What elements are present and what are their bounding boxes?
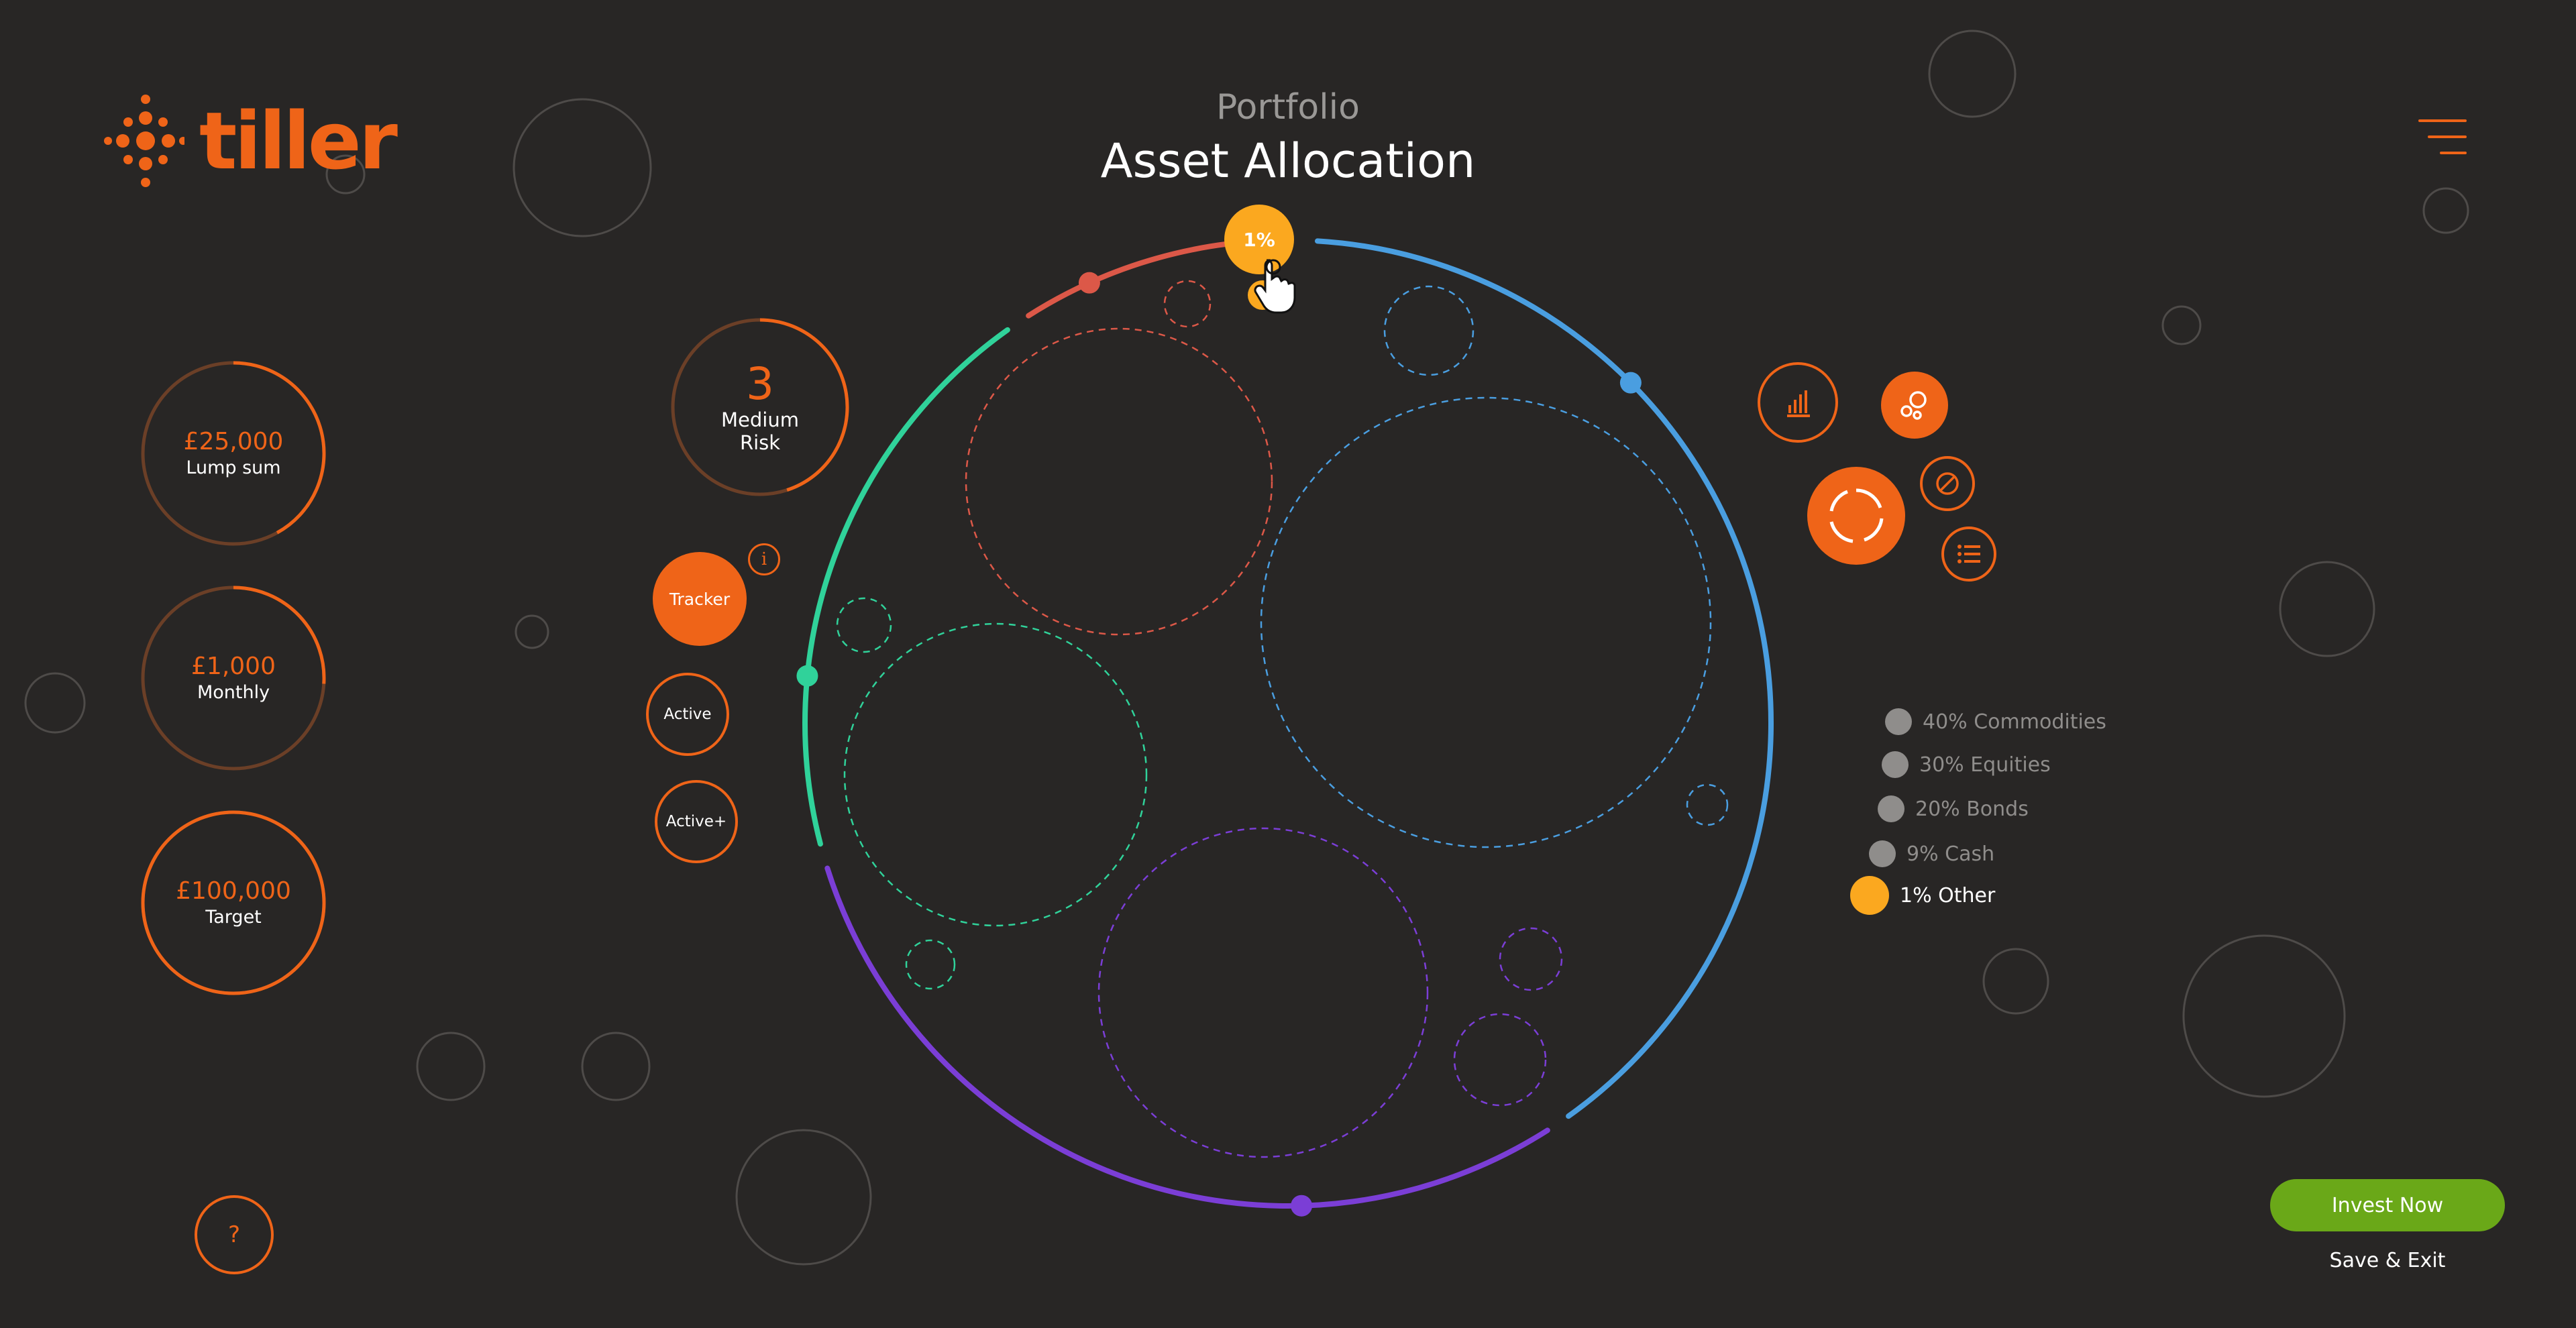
risk-level: 3	[746, 358, 774, 410]
menu-line	[2428, 135, 2467, 138]
legend-dot	[1878, 795, 1904, 822]
segment-handle-commodities[interactable]	[1619, 372, 1642, 394]
legend-item-equities[interactable]: 30% Equities	[1882, 751, 2051, 778]
legend-dot	[1885, 708, 1912, 735]
invest-now-button[interactable]: Invest Now	[2270, 1179, 2505, 1231]
target-text: £100,000 Target	[140, 809, 327, 997]
lump-sum-input[interactable]: £25,000 Lump sum	[140, 359, 327, 547]
ring-segment-commodities[interactable]	[1314, 238, 1774, 1119]
menu-icon[interactable]	[2418, 119, 2467, 154]
menu-line	[2418, 119, 2467, 122]
target-label: Target	[205, 907, 262, 928]
target-input[interactable]: £100,000 Target	[140, 809, 327, 997]
ring-segment-equities[interactable]	[824, 865, 1550, 1209]
active-button[interactable]: Active	[646, 673, 729, 756]
save-exit-link[interactable]: Save & Exit	[2270, 1249, 2505, 1272]
logo-text: tiller	[199, 95, 398, 187]
legend-label: 20% Bonds	[1915, 797, 2029, 821]
active-plus-button[interactable]: Active+	[655, 780, 738, 863]
page-title: Asset Allocation	[1100, 133, 1476, 188]
donut-glyph	[1829, 488, 1884, 543]
monthly-label: Monthly	[197, 682, 270, 703]
risk-indicator: 3 Medium Risk	[669, 317, 851, 498]
legend-item-other[interactable]: 1% Other	[1850, 876, 1995, 915]
legend-dot	[1882, 751, 1909, 778]
legend-dot	[1869, 840, 1896, 867]
compass-icon[interactable]	[1920, 456, 1975, 511]
monthly-text: £1,000 Monthly	[140, 584, 327, 772]
menu-line	[2440, 152, 2467, 154]
legend-label: 30% Equities	[1919, 753, 2051, 777]
lump-sum-label: Lump sum	[186, 457, 281, 478]
selected-handle-label: 1%	[1243, 228, 1275, 251]
info-icon[interactable]: i	[748, 543, 780, 575]
list-icon[interactable]	[1941, 527, 1996, 582]
help-button[interactable]: ?	[195, 1195, 274, 1274]
legend-label: 40% Commodities	[1923, 710, 2106, 734]
legend-label: 9% Cash	[1907, 842, 1995, 866]
logo-mark-icon	[104, 95, 184, 187]
legend-label: 1% Other	[1900, 883, 1996, 907]
bar-chart-glyph	[1787, 390, 1810, 417]
list-glyph	[1957, 545, 1980, 563]
lump-sum-text: £25,000 Lump sum	[140, 359, 327, 547]
bar-chart-icon[interactable]	[1758, 362, 1838, 443]
background-layer	[24, 30, 2469, 1266]
legend-dot-active	[1850, 876, 1889, 915]
page-subtitle: Portfolio	[1216, 87, 1360, 127]
bubbles-icon[interactable]	[1881, 372, 1948, 439]
monthly-input[interactable]: £1,000 Monthly	[140, 584, 327, 772]
allocation-handles[interactable]	[796, 272, 1642, 1217]
legend-item-commodities[interactable]: 40% Commodities	[1885, 708, 2106, 735]
tracker-button[interactable]: Tracker	[653, 552, 747, 646]
segment-handle-bonds[interactable]	[796, 665, 818, 687]
segment-handle-equities[interactable]	[1291, 1195, 1313, 1217]
allocation-bubbles	[836, 280, 1729, 1158]
bubbles-glyph	[1900, 391, 1927, 420]
page-header: Portfolio Asset Allocation	[953, 84, 1623, 191]
target-value: £100,000	[176, 877, 291, 905]
donut-icon[interactable]	[1807, 467, 1905, 565]
segment-handle-cash[interactable]	[1078, 272, 1100, 294]
legend-item-cash[interactable]: 9% Cash	[1869, 840, 1994, 867]
legend-item-bonds[interactable]: 20% Bonds	[1878, 795, 2029, 822]
lump-sum-value: £25,000	[183, 428, 284, 455]
tiller-logo[interactable]: tiller	[104, 94, 398, 188]
compass-glyph	[1936, 472, 1959, 495]
monthly-value: £1,000	[191, 653, 276, 680]
risk-label: Medium Risk	[721, 408, 799, 454]
